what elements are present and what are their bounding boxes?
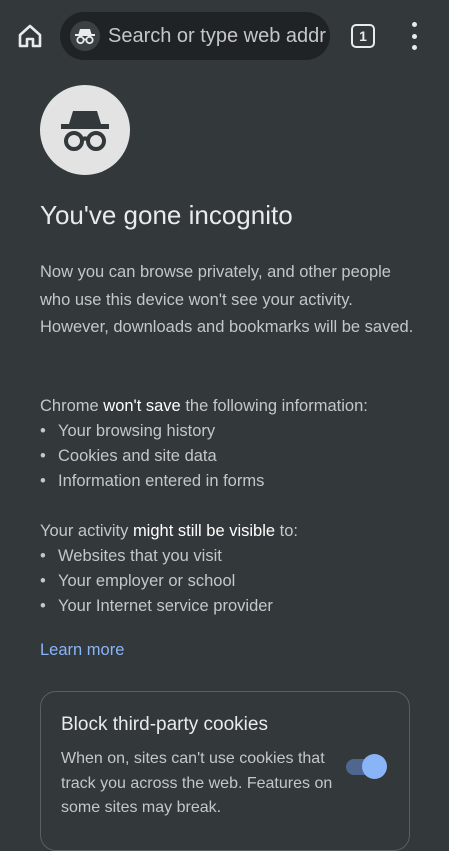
wont-save-heading: Chrome won't save the following informat… <box>40 397 368 415</box>
wont-save-list: • Your browsing history • Cookies and site… <box>40 419 264 494</box>
visible-emphasis: might still be visible <box>132 522 276 540</box>
visible-list: • Websites that you visit • Your employer … <box>40 544 273 619</box>
toggle-thumb <box>362 754 387 779</box>
third-party-cookies-card: Block third-party cookies When on, sites… <box>40 691 410 851</box>
wont-save-emphasis: won't save <box>103 397 181 415</box>
block-cookies-toggle[interactable] <box>346 754 388 779</box>
list-item: • Information entered in forms <box>40 472 265 490</box>
more-vert-icon[interactable] <box>404 22 424 50</box>
learn-more-link[interactable]: Learn more <box>40 641 124 660</box>
tab-switcher-button[interactable]: 1 <box>351 24 375 48</box>
visible-heading: Your activity might still be visible to: <box>40 522 299 540</box>
card-title: Block third-party cookies <box>61 714 268 735</box>
list-item: • Websites that you visit <box>40 547 222 565</box>
list-item: • Your employer or school <box>40 572 236 590</box>
card-description: When on, sites can't use cookies that tr… <box>61 750 333 816</box>
page-title: You've gone incognito <box>40 200 293 230</box>
browser-toolbar: Search or type web addr 1 <box>0 0 449 72</box>
home-button[interactable] <box>14 20 46 52</box>
list-item: • Your Internet service provider <box>40 597 273 615</box>
tab-count: 1 <box>359 28 367 44</box>
incognito-icon <box>70 21 100 51</box>
list-item: • Your browsing history <box>40 422 216 440</box>
omnibox-placeholder: Search or type web addr <box>108 24 326 47</box>
incognito-icon <box>61 111 109 151</box>
list-item: • Cookies and site data <box>40 447 217 465</box>
home-icon <box>18 24 42 48</box>
incognito-logo <box>40 85 130 175</box>
intro-text: Now you can browse privately, and other … <box>40 263 414 336</box>
omnibox[interactable]: Search or type web addr <box>60 12 330 60</box>
